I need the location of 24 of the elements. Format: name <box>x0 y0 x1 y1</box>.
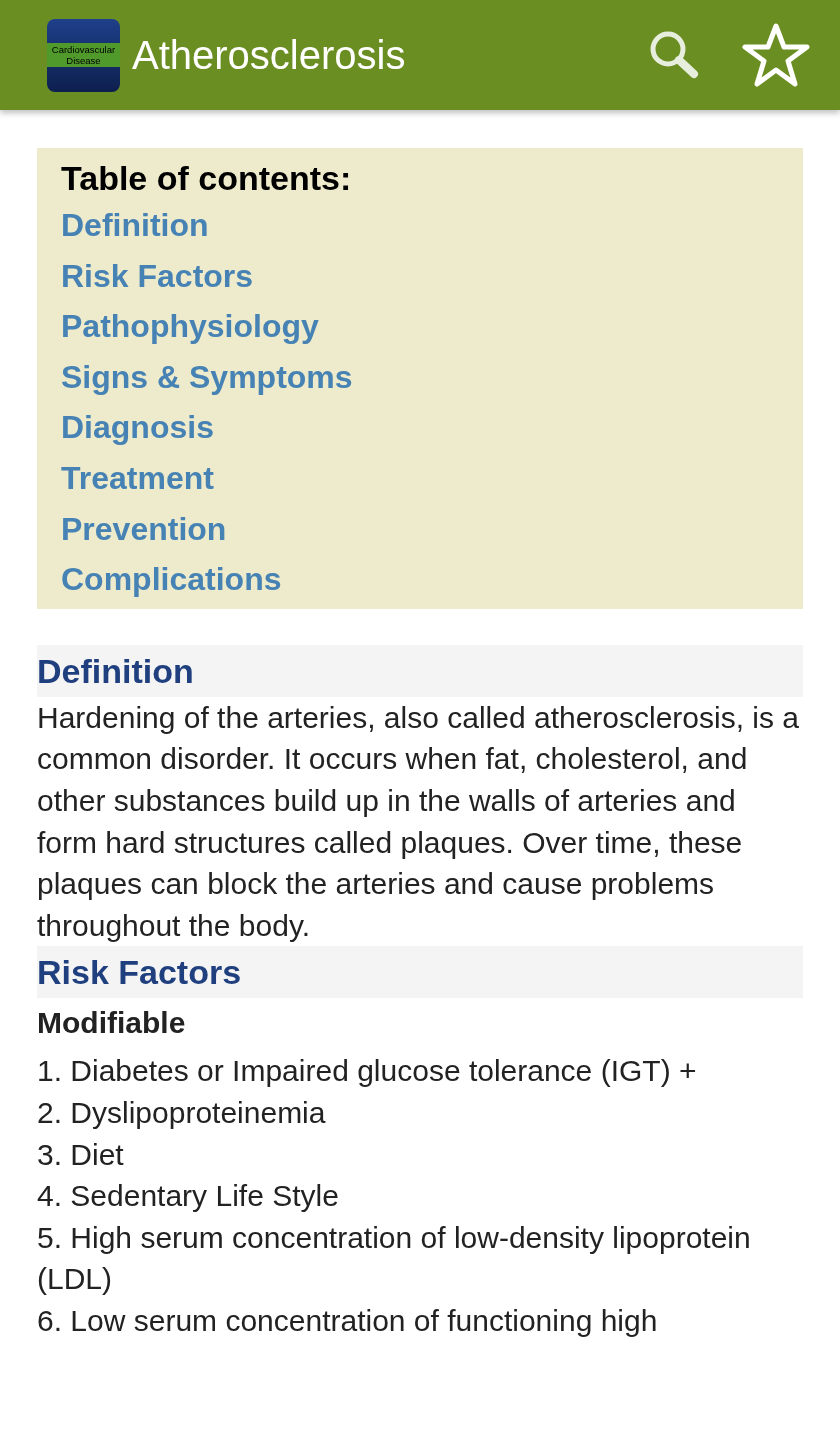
list-item: 4. Sedentary Life Style <box>37 1178 340 1215</box>
page-title: Atherosclerosis <box>132 32 407 78</box>
section-heading: Risk Factors <box>37 946 803 999</box>
toc-link[interactable]: Complications <box>61 554 282 605</box>
logo-text: Cardiovascular <box>51 44 116 55</box>
list-item: 3. Diet <box>37 1136 125 1173</box>
body-paragraph: Hardening of the arteries, also called atherosclerosis, is a common disorder. It occurs when fat, cholesterol, and other substances build up in the walls of arteries and form hard structures called plaques. Over time, these plaques can block the arteries and cause problems throughout the body. <box>37 699 801 944</box>
toc-link[interactable]: Treatment <box>61 452 214 504</box>
favorite-button[interactable] <box>742 22 810 88</box>
toc-link[interactable]: Prevention <box>61 503 227 555</box>
toc-link[interactable]: Risk Factors <box>61 250 254 302</box>
logo-text: Disease <box>66 55 101 66</box>
star-icon <box>742 22 810 88</box>
subheading: Modifiable <box>37 1005 187 1042</box>
toc-heading: Table of contents: <box>61 158 352 199</box>
toc-link[interactable]: Signs & Symptoms <box>61 351 353 403</box>
toc-link[interactable]: Diagnosis <box>61 402 214 453</box>
toc-link[interactable]: Pathophysiology <box>61 301 319 352</box>
list-item: 5. High serum concentration of low-density lipoprotein (LDL) <box>37 1219 752 1298</box>
toc-link[interactable]: Definition <box>61 200 209 251</box>
section-heading: Definition <box>37 644 803 697</box>
list-item: 1. Diabetes or Impaired glucose tolerance (IGT) + <box>37 1053 698 1090</box>
list-item: 2. Dyslipoproteinemia <box>37 1094 327 1131</box>
list-item: 6. Low serum concentration of functioning high <box>37 1302 659 1339</box>
